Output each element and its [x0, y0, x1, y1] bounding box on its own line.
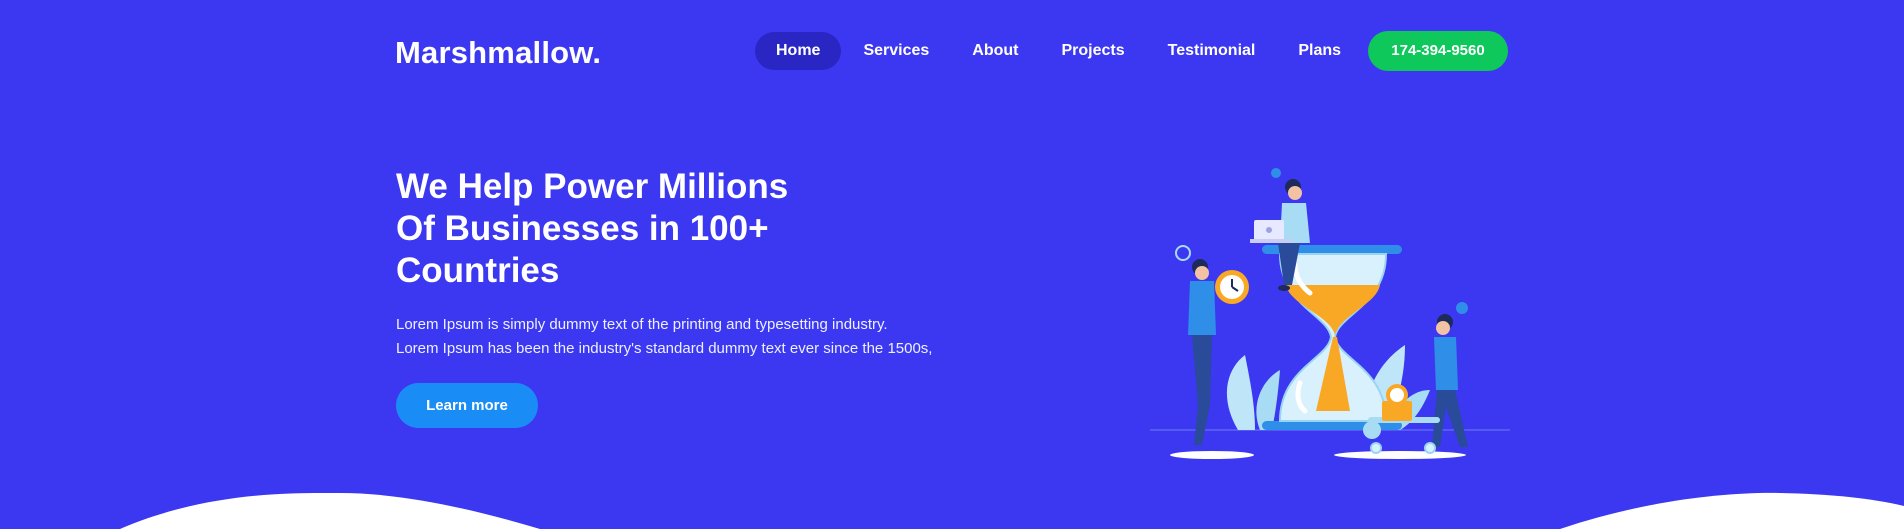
nav-item-testimonial[interactable]: Testimonial: [1147, 32, 1277, 70]
hero-description-line: Lorem Ipsum has been the industry's stan…: [396, 340, 933, 357]
shadow: [1334, 451, 1466, 459]
shadow: [1170, 451, 1254, 459]
bottom-wave: [120, 492, 1904, 529]
hero-title-line: Countries: [396, 251, 560, 290]
hero-title-line: Of Businesses in 100+: [396, 209, 769, 248]
phone-button[interactable]: 174-394-9560: [1368, 31, 1508, 71]
site-logo[interactable]: Marshmallow.: [395, 35, 601, 71]
nav-item-projects[interactable]: Projects: [1041, 32, 1146, 70]
nav-item-plans[interactable]: Plans: [1277, 32, 1362, 70]
hero-title: We Help Power Millions Of Businesses in …: [396, 166, 836, 292]
hero-description: Lorem Ipsum is simply dummy text of the …: [396, 313, 996, 361]
learn-more-button[interactable]: Learn more: [396, 383, 538, 428]
nav-item-home[interactable]: Home: [755, 32, 842, 70]
nav-item-about[interactable]: About: [951, 32, 1039, 70]
nav-item-services[interactable]: Services: [842, 32, 950, 70]
hero-description-line: Lorem Ipsum is simply dummy text of the …: [396, 316, 888, 333]
hero-title-line: We Help Power Millions: [396, 167, 789, 206]
site-header: Marshmallow. Home Services About Project…: [0, 0, 1904, 100]
main-nav: Home Services About Projects Testimonial…: [755, 32, 1363, 70]
hero-illustration: [1150, 168, 1510, 459]
